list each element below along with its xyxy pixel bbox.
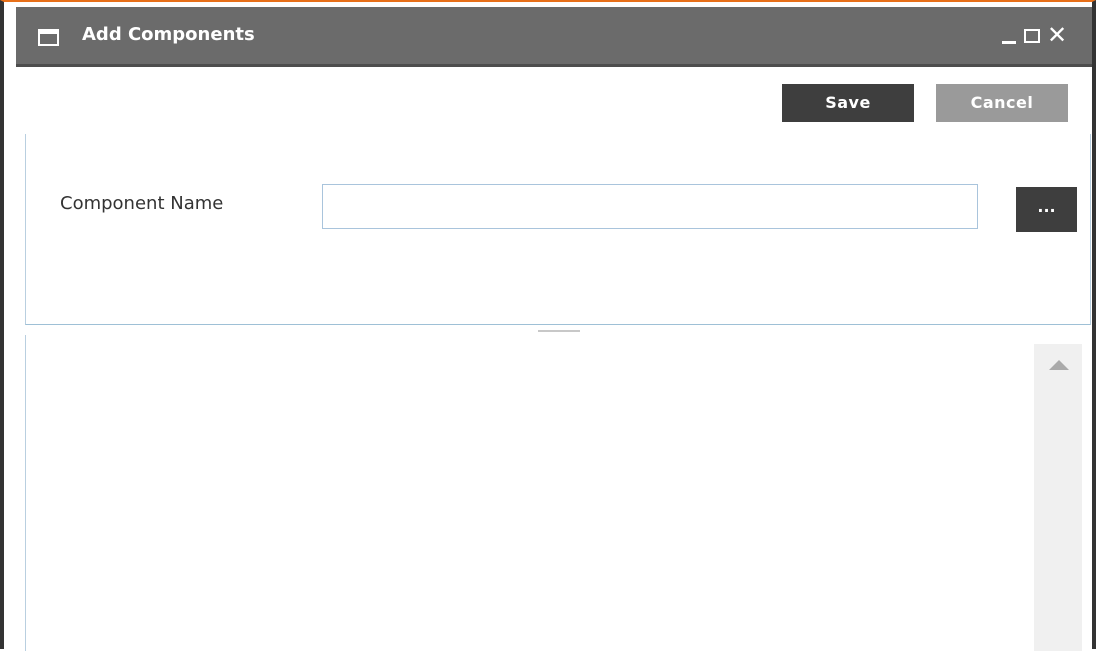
- form-panel: Component Name ...: [25, 134, 1091, 325]
- save-button[interactable]: Save: [782, 84, 914, 122]
- scroll-up-icon[interactable]: [1049, 360, 1069, 370]
- component-name-label: Component Name: [60, 193, 224, 214]
- dialog-title: Add Components: [82, 24, 255, 45]
- cancel-button[interactable]: Cancel: [936, 84, 1068, 122]
- minimize-icon[interactable]: [1002, 41, 1016, 44]
- vertical-scrollbar[interactable]: [1034, 344, 1082, 651]
- maximize-icon[interactable]: [1024, 29, 1040, 43]
- browse-button[interactable]: ...: [1016, 187, 1077, 232]
- close-icon[interactable]: ✕: [1047, 20, 1067, 50]
- window-icon: [38, 29, 59, 46]
- components-list-panel: [25, 335, 1091, 651]
- dialog-titlebar[interactable]: Add Components ✕: [16, 7, 1092, 67]
- component-name-input[interactable]: [322, 184, 978, 229]
- app-frame: Add Components ✕ Save Cancel Component N…: [0, 0, 1096, 651]
- panel-splitter[interactable]: [538, 330, 580, 332]
- dialog-body: Save Cancel Component Name ...: [16, 67, 1092, 651]
